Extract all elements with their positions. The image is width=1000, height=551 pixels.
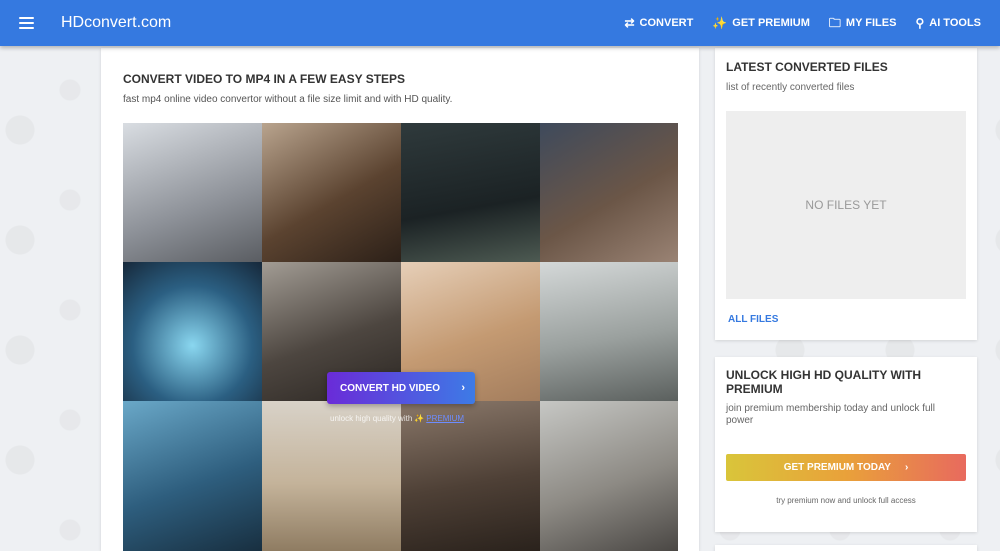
next-side-card [715, 545, 977, 551]
latest-files-card: LATEST CONVERTED FILES list of recently … [715, 48, 977, 340]
sparkle-icon: ✨ [712, 16, 728, 30]
unlock-title-line1: UNLOCK HIGH HD QUALITY WITH [726, 368, 922, 382]
empty-files-placeholder: NO FILES YET [726, 111, 966, 299]
converter-card: CONVERT VIDEO TO MP4 IN A FEW EASY STEPS… [101, 48, 699, 551]
unlock-subtitle-line2: power [726, 415, 754, 426]
collage-tile-thinking-man [540, 123, 678, 262]
nav-my-files[interactable]: 🗀 MY FILES [829, 17, 897, 29]
collage-tile-india-gate [262, 401, 401, 551]
top-nav: ⇄ CONVERT ✨ GET PREMIUM 🗀 MY FILES ⚲ AI … [605, 17, 981, 29]
collage-tile-city-network [123, 401, 262, 551]
latest-files-subtitle: list of recently converted files [726, 82, 855, 93]
top-navbar: HDconvert.com ⇄ CONVERT ✨ GET PREMIUM 🗀 … [0, 0, 1000, 46]
latest-files-title: LATEST CONVERTED FILES [726, 60, 888, 74]
unlock-title-line2: PREMIUM [726, 382, 783, 396]
collage-tile-office [540, 262, 678, 401]
nav-get-premium-label: GET PREMIUM [732, 17, 810, 29]
nav-ai-tools-label: AI TOOLS [929, 17, 981, 29]
location-pin-icon: ⚲ [915, 16, 925, 30]
collage-tile-balcony-person [401, 401, 540, 551]
unlock-subtitle-line1: join premium membership today and unlock… [726, 403, 935, 414]
no-files-text: NO FILES YET [805, 198, 887, 212]
nav-my-files-label: MY FILES [845, 17, 897, 29]
page-title: CONVERT VIDEO TO MP4 IN A FEW EASY STEPS [123, 72, 406, 86]
nav-convert[interactable]: ⇄ CONVERT [624, 17, 693, 29]
nav-ai-tools[interactable]: ⚲ AI TOOLS [915, 17, 981, 29]
try-premium-note: try premium now and unlock full access [776, 496, 916, 505]
convert-hd-video-label: CONVERT HD VIDEO [340, 382, 441, 394]
folder-icon: 🗀 [828, 16, 841, 30]
collage-tile-fitness [540, 401, 678, 551]
unlock-note-text: unlock high quality with [330, 414, 413, 423]
brand-logo[interactable]: HDconvert.com [61, 14, 171, 32]
swap-arrows-icon: ⇄ [624, 16, 635, 30]
nav-get-premium[interactable]: ✨ GET PREMIUM [712, 17, 810, 29]
get-premium-today-button[interactable]: GET PREMIUM TODAY › [726, 454, 966, 481]
get-premium-today-label: GET PREMIUM TODAY [783, 462, 891, 473]
collage-tile-hologram-car [123, 262, 262, 401]
sparkle-icon: ✨ [414, 414, 425, 423]
collage-tile-person-laughing [262, 123, 401, 262]
all-files-link[interactable]: ALL FILES [728, 314, 778, 325]
chevron-right-icon: › [904, 462, 909, 473]
hamburger-menu-icon[interactable] [19, 17, 34, 29]
chevron-right-icon: › [461, 382, 465, 394]
convert-hd-video-button[interactable]: CONVERT HD VIDEO › [327, 372, 475, 404]
unlock-premium-card: UNLOCK HIGH HD QUALITY WITH PREMIUM join… [715, 357, 977, 532]
collage-tile-coding [401, 123, 540, 262]
premium-link[interactable]: PREMIUM [426, 414, 464, 423]
hero-image-collage: CONVERT HD VIDEO › unlock high quality w… [123, 123, 678, 551]
collage-tile-meeting [123, 123, 262, 262]
nav-convert-label: CONVERT [639, 17, 694, 29]
unlock-quality-note: unlock high quality with ✨ PREMIUM [330, 414, 464, 423]
page-subtitle: fast mp4 online video convertor without … [123, 94, 453, 105]
